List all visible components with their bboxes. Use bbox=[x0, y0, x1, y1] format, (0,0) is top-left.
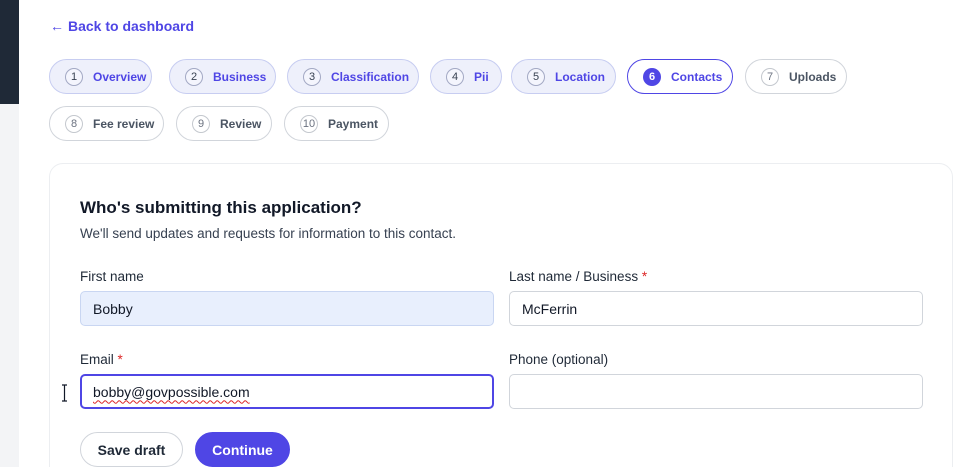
step-fee-review[interactable]: 8 Fee review bbox=[49, 106, 164, 141]
step-label: Overview bbox=[93, 69, 147, 84]
step-number: 5 bbox=[527, 67, 545, 86]
required-marker: * bbox=[641, 269, 648, 284]
email-label: Email * bbox=[80, 352, 123, 367]
step-label: Fee review bbox=[93, 116, 155, 131]
contact-form-card: Who's submitting this application? We'll… bbox=[49, 163, 953, 467]
step-label: Pii bbox=[474, 69, 489, 84]
step-label: Business bbox=[213, 69, 267, 84]
step-label: Review bbox=[220, 116, 262, 131]
first-name-input[interactable] bbox=[80, 291, 494, 326]
email-value: bobby@govpossible.com bbox=[93, 383, 250, 400]
step-location[interactable]: 5 Location bbox=[511, 59, 616, 94]
step-number: 3 bbox=[303, 67, 321, 86]
step-business[interactable]: 2 Business bbox=[169, 59, 276, 94]
sidebar-edge bbox=[0, 0, 19, 104]
step-number: 2 bbox=[185, 67, 203, 86]
step-label: Location bbox=[555, 69, 605, 84]
email-label-text: Email bbox=[80, 352, 114, 367]
step-number: 4 bbox=[446, 67, 464, 86]
text-cursor-icon bbox=[62, 384, 67, 402]
phone-label-text: Phone (optional) bbox=[509, 352, 609, 367]
step-label: Payment bbox=[328, 116, 379, 131]
step-review[interactable]: 9 Review bbox=[176, 106, 272, 141]
step-uploads[interactable]: 7 Uploads bbox=[745, 59, 847, 94]
step-label: Uploads bbox=[789, 69, 837, 84]
email-input[interactable]: bobby@govpossible.com bbox=[80, 374, 494, 409]
step-contacts[interactable]: 6 Contacts bbox=[627, 59, 733, 94]
back-link-label: Back to dashboard bbox=[68, 18, 195, 34]
back-to-dashboard-link[interactable]: ← Back to dashboard bbox=[50, 18, 194, 34]
form-subtitle: We'll send updates and requests for info… bbox=[80, 226, 457, 241]
save-draft-button[interactable]: Save draft bbox=[80, 432, 183, 467]
step-number: 6 bbox=[643, 67, 661, 86]
step-number: 10 bbox=[300, 114, 318, 133]
first-name-label: First name bbox=[80, 269, 144, 284]
step-pii[interactable]: 4 Pii bbox=[430, 59, 502, 94]
phone-label: Phone (optional) bbox=[509, 352, 608, 367]
step-label: Contacts bbox=[671, 69, 723, 84]
phone-input[interactable] bbox=[509, 374, 923, 409]
step-classification[interactable]: 3 Classification bbox=[287, 59, 419, 94]
last-name-input[interactable] bbox=[509, 291, 923, 326]
step-overview[interactable]: 1 Overview bbox=[49, 59, 152, 94]
last-name-label-text: Last name / Business bbox=[509, 269, 639, 284]
step-payment[interactable]: 10 Payment bbox=[284, 106, 389, 141]
step-number: 9 bbox=[192, 114, 210, 133]
main-content: ← Back to dashboard 1 Overview 2 Busines… bbox=[19, 0, 960, 467]
last-name-label: Last name / Business * bbox=[509, 269, 647, 284]
form-title: Who's submitting this application? bbox=[80, 198, 362, 217]
step-number: 7 bbox=[761, 67, 779, 86]
first-name-label-text: First name bbox=[80, 269, 144, 284]
step-number: 1 bbox=[65, 67, 83, 86]
required-marker: * bbox=[117, 352, 123, 367]
continue-button[interactable]: Continue bbox=[195, 432, 290, 467]
step-number: 8 bbox=[65, 114, 83, 133]
arrow-left-icon: ← bbox=[50, 18, 64, 34]
step-label: Classification bbox=[331, 69, 410, 84]
